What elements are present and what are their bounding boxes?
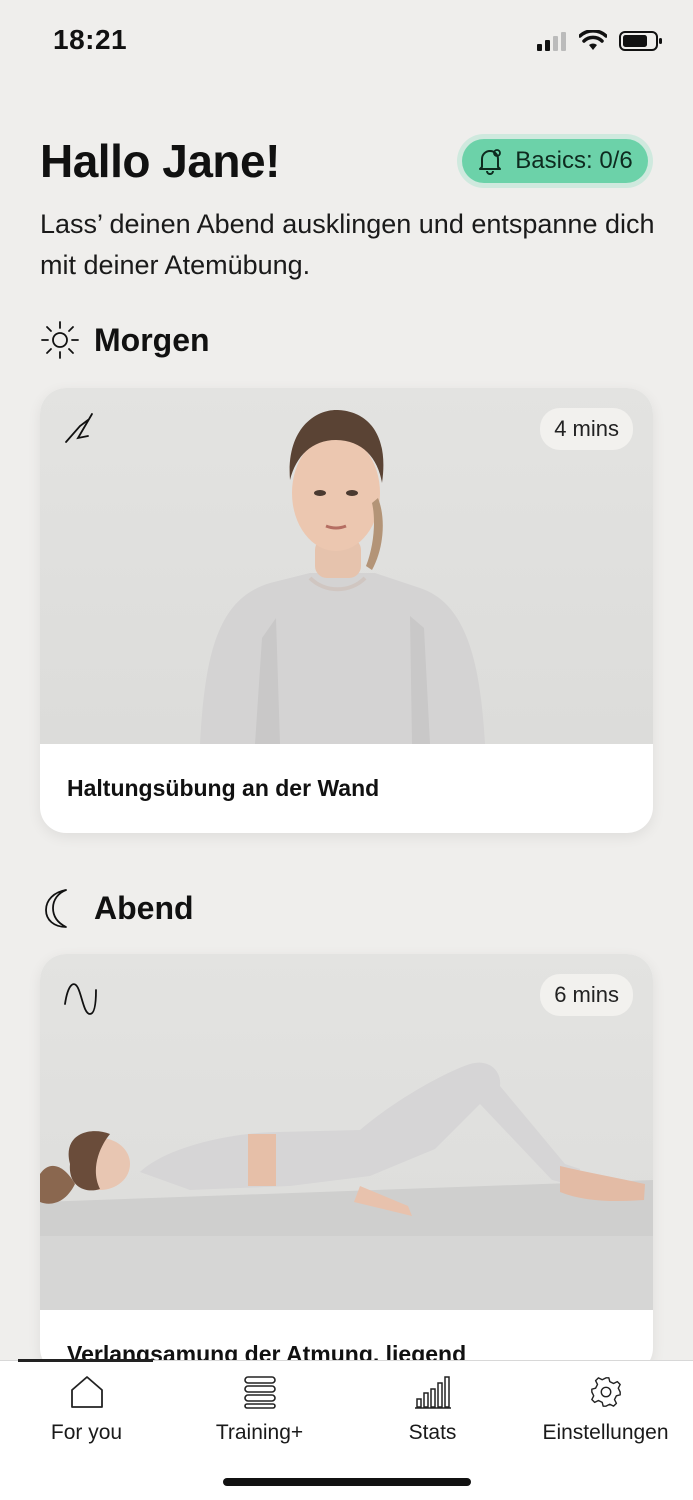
exercise-card-morgen[interactable]: 4 mins Haltungsübung an der Wand [40,388,653,833]
moon-icon [45,889,67,928]
tab-stats[interactable]: Stats [346,1375,519,1445]
exercise-image-lying: 6 mins [40,954,653,1310]
basics-badge[interactable]: Basics: 0/6 [457,134,653,188]
battery-icon [619,31,662,51]
status-time: 18:21 [53,24,128,55]
bell-icon [479,149,502,175]
section-title-morgen: Morgen [94,321,210,358]
tab-label: Stats [408,1421,457,1444]
wave-icon [64,983,97,1015]
duration-badge: 6 mins [540,974,633,1016]
gear-icon [590,1377,621,1407]
status-icons [537,30,663,52]
home-icon [70,1376,103,1408]
tab-label: For you [50,1421,123,1444]
section-header-abend: Abend [40,886,194,930]
tab-label: Training+ [215,1421,304,1444]
duration-badge: 4 mins [540,408,633,450]
sun-icon [41,321,79,359]
wifi-icon [579,30,607,50]
exercise-card-abend[interactable]: 6 mins Verlangsamung der Atmung, liegend [40,954,653,1374]
tab-bar: For you Training+ Stats Einstellungen [0,1359,693,1500]
greeting-subtitle: Lass’ deinen Abend ausklingen und entspa… [40,209,655,280]
bar-chart-icon [414,1376,451,1409]
posture-icon [65,413,93,443]
active-tab-indicator [18,1359,153,1362]
status-bar: 18:21 [0,0,693,84]
section-header-morgen: Morgen [40,320,210,360]
section-title-abend: Abend [94,889,194,926]
greeting-title: Hallo Jane! [40,135,280,187]
exercise-image-standing: 4 mins [40,388,653,744]
exercise-title: Haltungsübung an der Wand [67,775,380,801]
tab-training-plus[interactable]: Training+ [173,1375,346,1445]
tab-einstellungen[interactable]: Einstellungen [519,1375,692,1445]
basics-badge-label: Basics: 0/6 [515,147,633,174]
home-indicator [223,1478,471,1486]
stack-icon [243,1376,276,1409]
tab-for-you[interactable]: For you [0,1375,173,1445]
cellular-signal-icon [537,32,566,51]
tab-label: Einstellungen [542,1421,669,1444]
